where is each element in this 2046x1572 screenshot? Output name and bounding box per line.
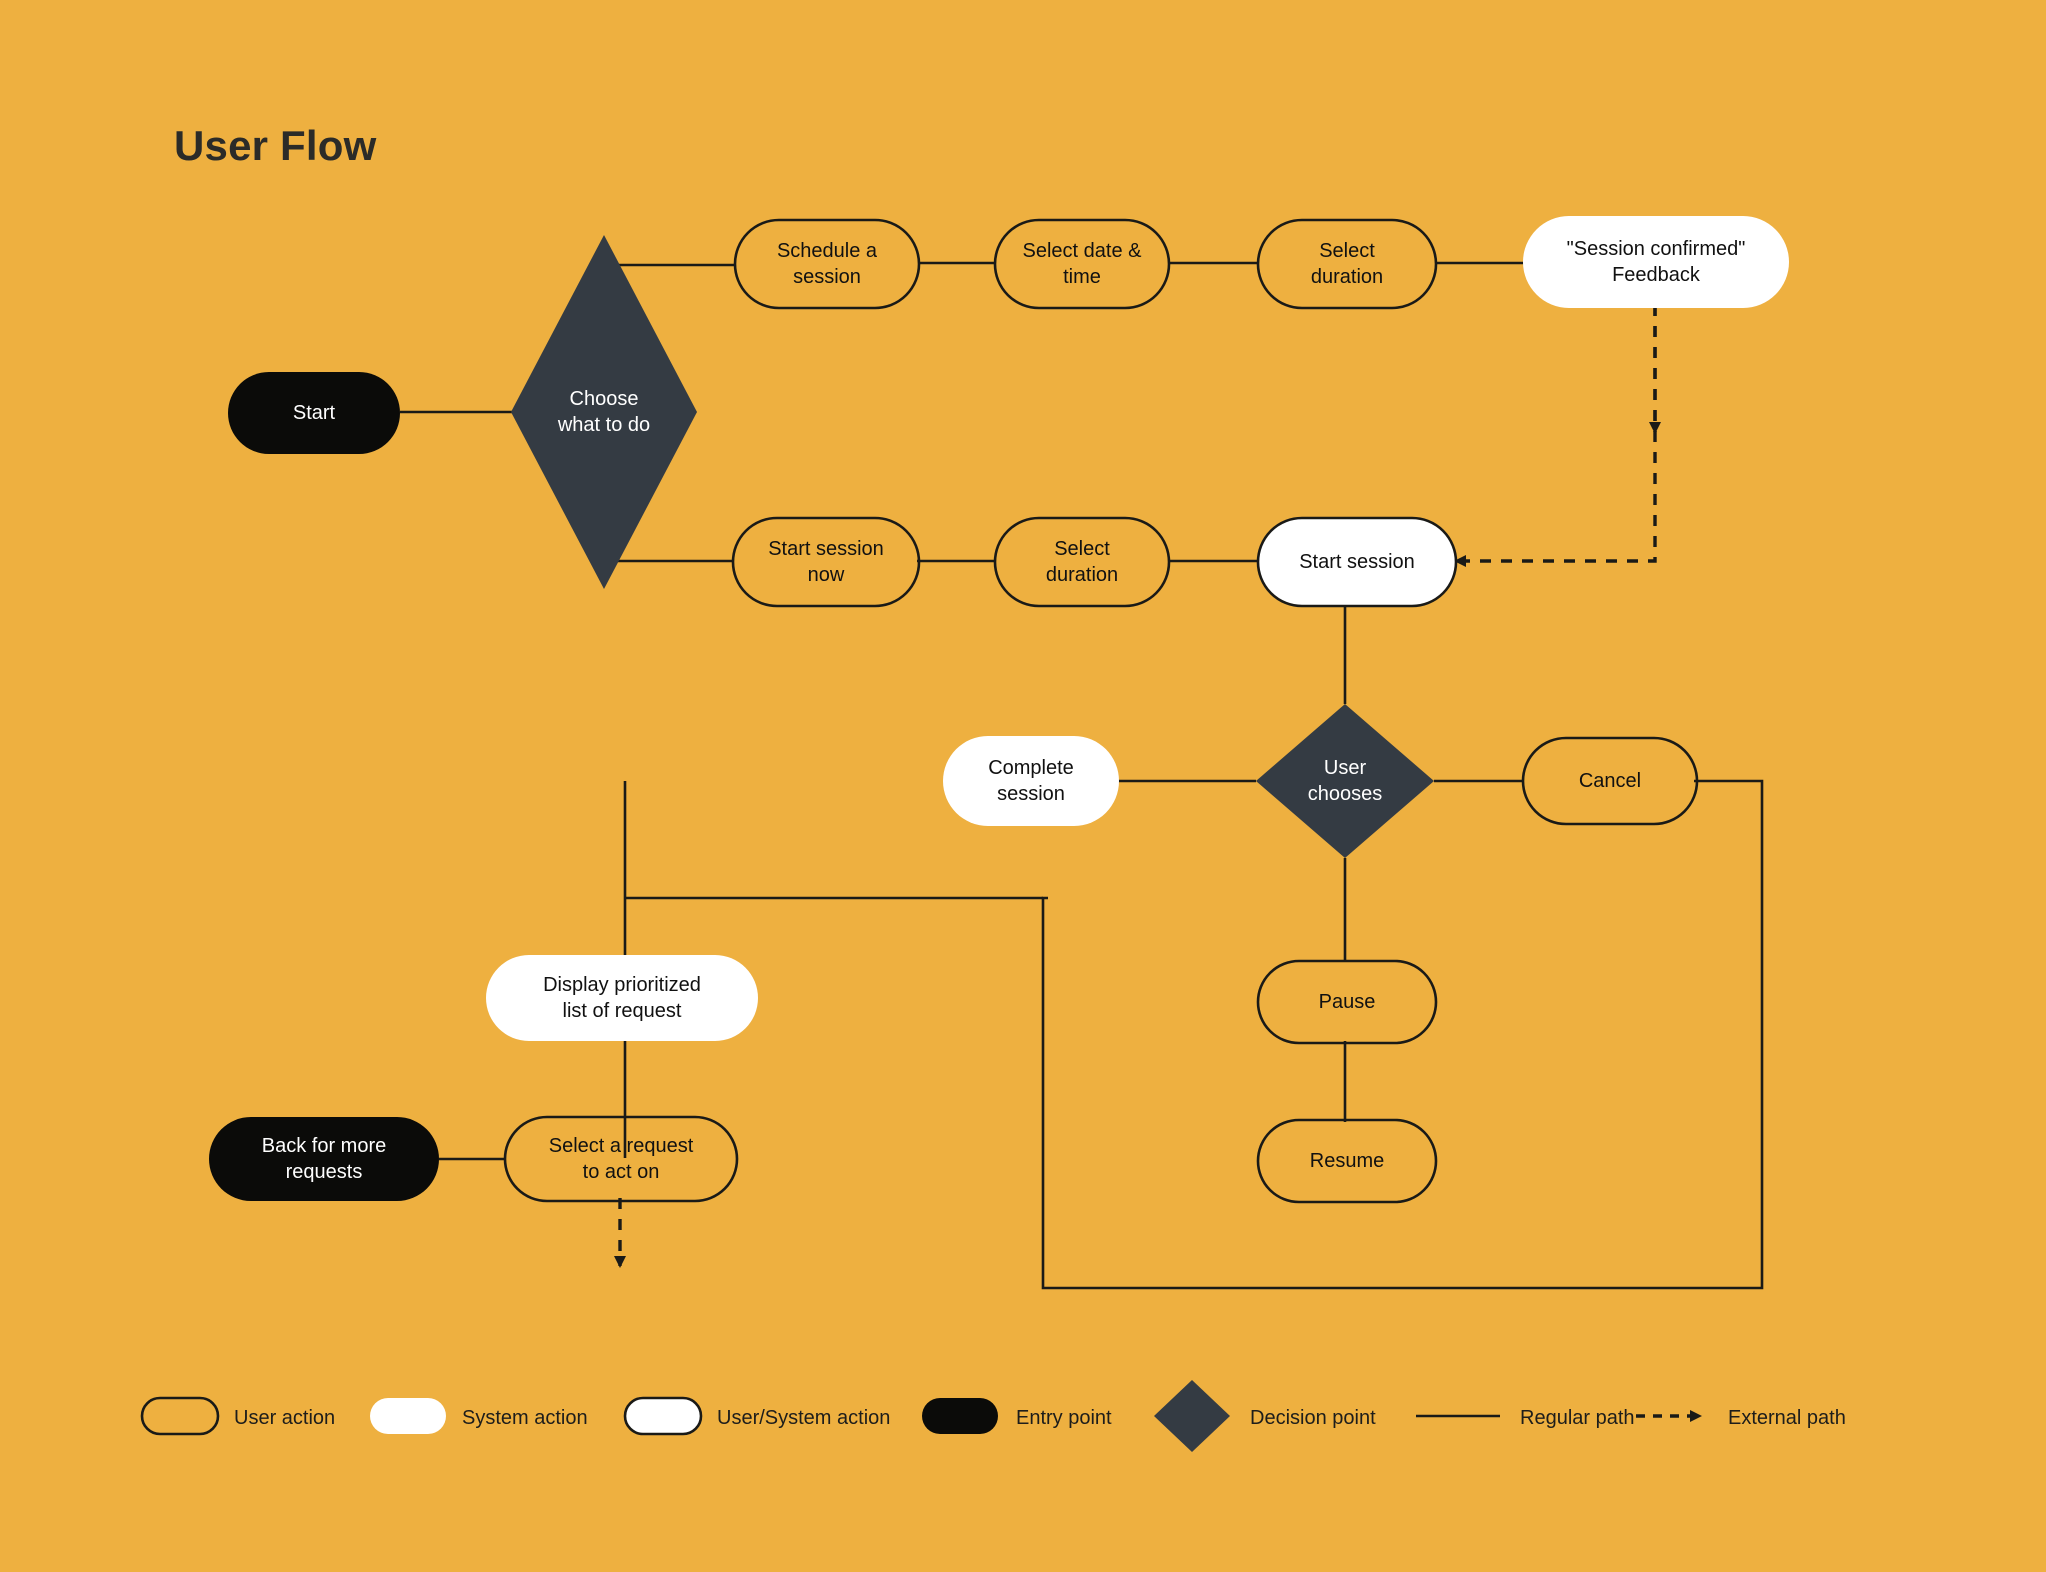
legend-label-decision-point: Decision point xyxy=(1250,1407,1376,1429)
node-schedule-a-session xyxy=(733,218,921,310)
edge-cancel-loop-back xyxy=(1041,779,1764,1290)
legend-swatch-user-action xyxy=(140,1396,220,1436)
node-start-session-now xyxy=(731,516,921,608)
node-complete-session xyxy=(943,736,1119,826)
node-layer xyxy=(209,216,1789,1204)
legend-label-external-path: External path xyxy=(1728,1407,1846,1429)
node-start xyxy=(228,372,400,454)
flow-canvas xyxy=(140,216,1789,1452)
node-pause xyxy=(1256,959,1438,1045)
node-select-duration-top xyxy=(1256,218,1438,310)
node-choose-what-to-do xyxy=(511,235,697,589)
legend-swatch-layer xyxy=(140,1380,1702,1452)
legend-label-regular-path: Regular path xyxy=(1520,1407,1635,1429)
node-select-date-time xyxy=(993,218,1171,310)
node-select-a-request xyxy=(503,1115,739,1203)
node-select-duration-bottom xyxy=(993,516,1171,608)
node-resume xyxy=(1256,1118,1438,1204)
node-user-chooses xyxy=(1256,704,1434,858)
legend-swatch-user-system-action xyxy=(623,1396,703,1436)
legend-label-entry-point: Entry point xyxy=(1016,1407,1112,1429)
node-session-confirmed-feedback xyxy=(1523,216,1789,308)
node-display-prioritized-list xyxy=(486,955,758,1041)
legend-label-user-action: User action xyxy=(234,1407,336,1429)
legend-swatch-entry-point xyxy=(922,1398,998,1434)
legend-label-user-system-action: User/System action xyxy=(717,1407,891,1429)
edge-feedback-to-start-session-dashed xyxy=(1454,305,1657,567)
legend-label-system-action: System action xyxy=(462,1407,588,1429)
user-flow-diagram: User Flow Start Choose what to do Schedu… xyxy=(0,0,2046,1572)
legend-swatch-system-action xyxy=(370,1398,446,1434)
node-cancel xyxy=(1521,736,1699,826)
external-edge-layer xyxy=(614,305,1661,1268)
legend-swatch-decision-point xyxy=(1154,1380,1230,1452)
node-back-for-more-requests xyxy=(209,1117,439,1201)
node-start-session xyxy=(1256,516,1458,608)
